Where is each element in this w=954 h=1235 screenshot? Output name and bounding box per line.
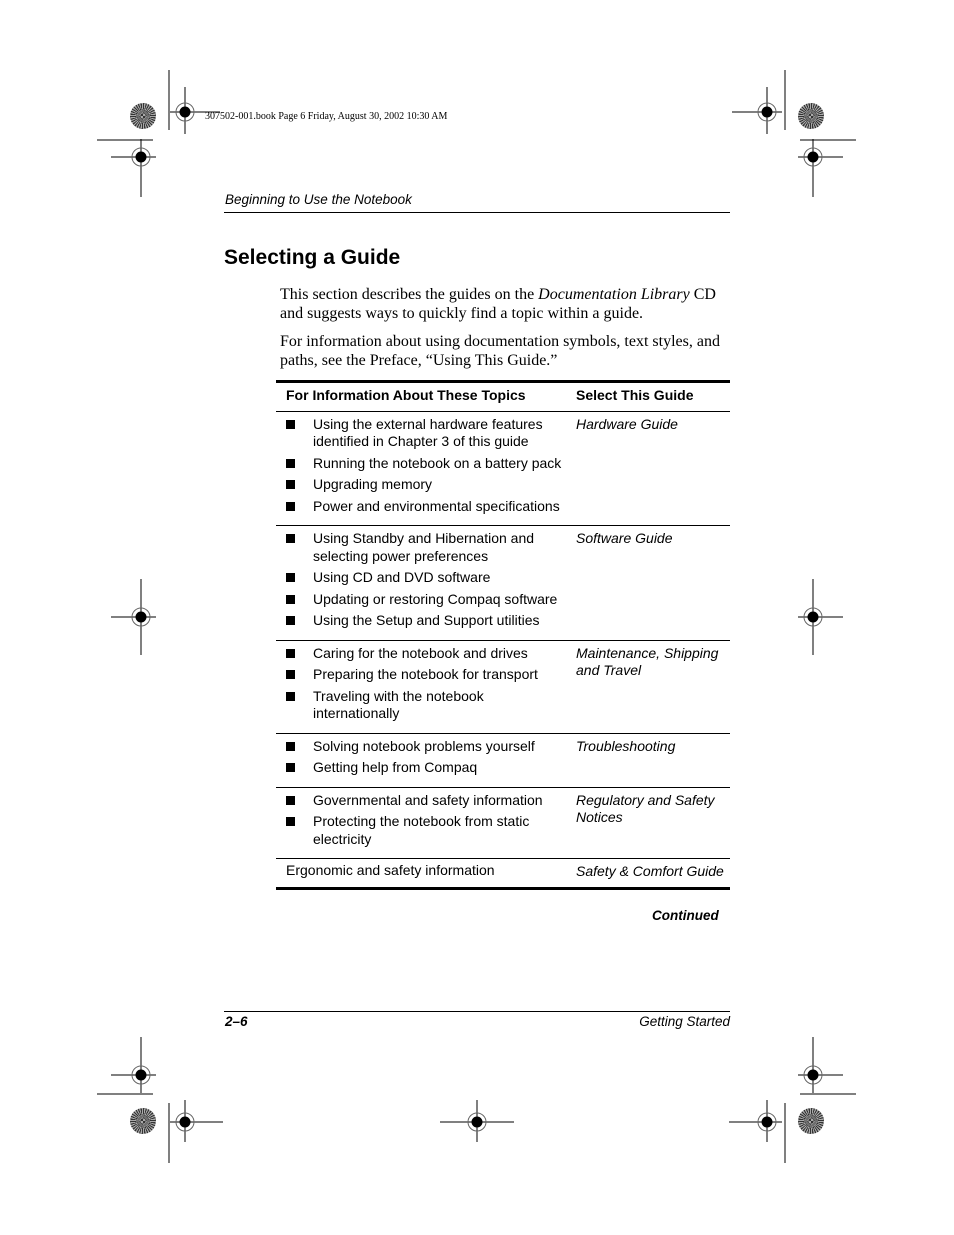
guide-table: For Information About These Topics Selec… bbox=[276, 380, 730, 890]
list-item: Protecting the notebook from static elec… bbox=[286, 813, 563, 848]
topics-cell: Ergonomic and safety information bbox=[276, 858, 576, 890]
color-disc-icon bbox=[798, 1108, 824, 1134]
table-row: Solving notebook problems yourself Gettin… bbox=[276, 733, 730, 788]
documentation-library-title: Documentation Library bbox=[538, 286, 690, 303]
topic-text: Using the external hardware features ide… bbox=[313, 415, 543, 450]
table-row: Using Standby and Hibernation and select… bbox=[276, 525, 730, 641]
topic-text: Upgrading memory bbox=[313, 476, 433, 492]
list-item: Governmental and safety information bbox=[286, 792, 563, 810]
guide-name-cell: Software Guide bbox=[576, 525, 730, 641]
square-bullet-icon bbox=[286, 670, 295, 679]
square-bullet-icon bbox=[286, 458, 295, 468]
running-head: Beginning to Use the Notebook bbox=[225, 192, 412, 207]
column-header-topics: For Information About These Topics bbox=[276, 380, 576, 412]
guide-name-cell: Hardware Guide bbox=[576, 411, 730, 526]
list-item: Caring for the notebook and drives bbox=[286, 645, 563, 663]
book-title: Getting Started bbox=[639, 1014, 730, 1029]
list-item: Solving notebook problems yourself bbox=[286, 738, 563, 756]
guide-name-cell: Safety & Comfort Guide bbox=[576, 858, 730, 890]
square-bullet-icon bbox=[286, 534, 295, 543]
page-number: 2–6 bbox=[225, 1014, 248, 1029]
list-item: Updating or restoring Compaq software bbox=[286, 591, 563, 609]
topic-text: Solving notebook problems yourself bbox=[313, 737, 535, 754]
header-rule bbox=[224, 212, 730, 213]
topic-text: Using the Setup and Support utilities bbox=[313, 612, 540, 628]
topic-list: Using Standby and Hibernation and select… bbox=[286, 530, 576, 630]
topic-list: Governmental and safety information Prote… bbox=[286, 792, 576, 849]
guide-name-cell: Maintenance, Shipping and Travel bbox=[576, 640, 730, 734]
topic-text: Power and environmental specifications bbox=[313, 497, 560, 514]
intro-paragraph-1: This section describes the guides on the… bbox=[280, 285, 732, 323]
topic-text: Using CD and DVD software bbox=[313, 569, 491, 585]
topics-cell: Governmental and safety information Prote… bbox=[276, 787, 576, 859]
table-row: Ergonomic and safety information Safety &… bbox=[276, 858, 730, 890]
topic-text: Traveling with the notebook internationa… bbox=[313, 687, 484, 722]
footer-rule bbox=[224, 1011, 730, 1012]
continued-label: Continued bbox=[652, 908, 719, 923]
list-item: Using the external hardware features ide… bbox=[286, 416, 563, 451]
square-bullet-icon bbox=[286, 741, 295, 751]
guide-name-cell: Regulatory and Safety Notices bbox=[576, 787, 730, 859]
intro-text: This section describes the guides on the bbox=[280, 286, 539, 303]
topics-cell: Using Standby and Hibernation and select… bbox=[276, 525, 576, 641]
topic-list: Solving notebook problems yourself Gettin… bbox=[286, 738, 576, 777]
print-slug: 307502-001.book Page 6 Friday, August 30… bbox=[205, 111, 448, 122]
topic-list: Caring for the notebook and drives Prepar… bbox=[286, 645, 576, 723]
column-header-guide: Select This Guide bbox=[576, 380, 730, 412]
square-bullet-icon bbox=[286, 817, 295, 826]
square-bullet-icon bbox=[286, 691, 295, 701]
topics-cell: Using the external hardware features ide… bbox=[276, 411, 576, 526]
list-item: Using the Setup and Support utilities bbox=[286, 612, 563, 630]
square-bullet-icon bbox=[286, 795, 295, 805]
topic-list: Using the external hardware features ide… bbox=[286, 416, 576, 516]
list-item: Preparing the notebook for transport bbox=[286, 666, 563, 684]
section-title: Selecting a Guide bbox=[224, 246, 401, 269]
square-bullet-icon bbox=[286, 573, 295, 582]
table-row: Using the external hardware features ide… bbox=[276, 411, 730, 526]
topic-text: Protecting the notebook from static elec… bbox=[313, 813, 530, 847]
table-header-row: For Information About These Topics Selec… bbox=[276, 380, 730, 412]
square-bullet-icon bbox=[286, 501, 295, 511]
topics-cell: Solving notebook problems yourself Gettin… bbox=[276, 733, 576, 788]
topic-text: Caring for the notebook and drives bbox=[313, 644, 528, 661]
color-disc-icon bbox=[130, 103, 156, 129]
square-bullet-icon bbox=[286, 648, 295, 658]
topics-cell: Caring for the notebook and drives Prepar… bbox=[276, 640, 576, 734]
table-row: Caring for the notebook and drives Prepar… bbox=[276, 640, 730, 734]
topic-text: Using Standby and Hibernation and select… bbox=[313, 530, 535, 564]
square-bullet-icon bbox=[286, 616, 295, 625]
table-row: Governmental and safety information Prote… bbox=[276, 787, 730, 859]
square-bullet-icon bbox=[286, 480, 295, 489]
list-item: Using Standby and Hibernation and select… bbox=[286, 530, 563, 565]
color-disc-icon bbox=[130, 1108, 156, 1134]
list-item: Traveling with the notebook internationa… bbox=[286, 688, 563, 723]
topic-text: Preparing the notebook for transport bbox=[313, 666, 538, 682]
list-item: Using CD and DVD software bbox=[286, 569, 563, 587]
color-disc-icon bbox=[798, 103, 824, 129]
square-bullet-icon bbox=[286, 594, 295, 604]
square-bullet-icon bbox=[286, 763, 295, 772]
list-item: Getting help from Compaq bbox=[286, 759, 563, 777]
intro-paragraph-2: For information about using documentatio… bbox=[280, 333, 720, 369]
topic-text: Updating or restoring Compaq software bbox=[313, 590, 558, 607]
topic-text: Getting help from Compaq bbox=[313, 759, 478, 775]
list-item: Upgrading memory bbox=[286, 476, 563, 494]
square-bullet-icon bbox=[286, 419, 295, 429]
topic-text: Governmental and safety information bbox=[313, 791, 543, 808]
list-item: Running the notebook on a battery pack bbox=[286, 455, 563, 473]
list-item: Power and environmental specifications bbox=[286, 498, 563, 516]
topic-text: Running the notebook on a battery pack bbox=[313, 454, 562, 471]
guide-name-cell: Troubleshooting bbox=[576, 733, 730, 788]
